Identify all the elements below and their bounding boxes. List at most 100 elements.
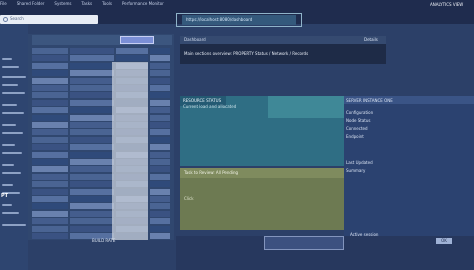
rail-item-17[interactable] xyxy=(2,224,26,226)
table-cell xyxy=(32,225,68,232)
table-cell xyxy=(70,92,114,99)
table-cell xyxy=(70,122,114,128)
rail-logo: PT xyxy=(1,193,9,199)
table-cell xyxy=(70,188,114,195)
rail-item-4[interactable] xyxy=(2,92,25,94)
rail-item-5[interactable] xyxy=(2,104,17,106)
address-text: https://localhost:8080/dashboard xyxy=(186,17,253,22)
table-cell xyxy=(32,114,68,121)
table-cell xyxy=(32,77,68,84)
details-item[interactable]: Connected xyxy=(346,126,470,131)
table-cell xyxy=(32,196,68,202)
table-cell xyxy=(150,166,170,173)
table-cell xyxy=(70,196,114,202)
table-cell xyxy=(150,173,170,180)
table-cell xyxy=(70,77,114,84)
rail-item-6[interactable] xyxy=(2,112,24,114)
task-review-hint[interactable]: Click xyxy=(184,196,264,202)
menu-item-monitor[interactable]: Performance Monitor xyxy=(122,1,164,7)
rail-item-7[interactable] xyxy=(2,124,16,126)
table-cell xyxy=(150,129,170,136)
rail-item-2[interactable] xyxy=(2,76,26,78)
table-cell xyxy=(70,129,114,136)
details-item[interactable]: SERVER INSTANCE ONE xyxy=(346,98,470,103)
table-cell xyxy=(150,122,170,128)
selected-tab[interactable] xyxy=(120,36,154,44)
search-icon xyxy=(3,17,8,22)
table-cell xyxy=(70,210,114,217)
table-cell xyxy=(150,136,170,143)
table-cell xyxy=(150,233,170,239)
bottom-labels: BUILD RATE xyxy=(92,238,116,243)
details-item[interactable]: Last Updated xyxy=(346,160,470,165)
table-cell xyxy=(150,107,170,114)
table-cell xyxy=(70,48,114,54)
table-cell xyxy=(150,70,170,77)
rail-item-12[interactable] xyxy=(2,172,21,174)
table-cell xyxy=(32,181,68,188)
center-text: Main sections overview: PROPERTY Status … xyxy=(184,51,309,56)
table-cell xyxy=(150,85,170,91)
bottom-chip[interactable] xyxy=(264,236,344,250)
table-cell xyxy=(116,55,148,62)
rail-item-13[interactable] xyxy=(2,184,13,186)
table-cell xyxy=(32,144,68,151)
table-cell xyxy=(150,62,170,69)
details-item[interactable]: Endpoint xyxy=(346,134,470,139)
table-cell xyxy=(32,218,68,225)
table-cell xyxy=(32,166,68,173)
table-cell xyxy=(70,99,114,106)
table-cell xyxy=(32,151,68,158)
table-cell xyxy=(150,181,170,188)
details-item[interactable]: Summary xyxy=(346,168,470,173)
table-cell xyxy=(32,62,68,69)
rail-item-8[interactable] xyxy=(2,132,23,134)
table-cell xyxy=(150,188,170,195)
rail-item-1[interactable] xyxy=(2,66,19,68)
menu-item-file[interactable]: File xyxy=(0,1,7,7)
center-panel-label: Dashboard xyxy=(184,37,206,42)
table-cell xyxy=(70,166,114,173)
menu-item-systems[interactable]: Systems xyxy=(54,1,71,7)
details-item[interactable]: Node Status xyxy=(346,118,470,123)
resource-status-subtitle: Current load and allocated xyxy=(183,104,237,109)
table-cell xyxy=(150,225,170,232)
rail-item-16[interactable] xyxy=(2,212,19,214)
table-cell xyxy=(150,210,170,217)
table-cell xyxy=(150,77,170,84)
top-menu: File Shared Folder Systems Tasks Tools P… xyxy=(0,1,164,7)
rail-item-10[interactable] xyxy=(2,152,22,154)
session-status: Active session xyxy=(350,232,379,237)
rail-item-9[interactable] xyxy=(2,144,15,146)
table-cell xyxy=(32,173,68,180)
search-input[interactable]: Search xyxy=(10,16,94,23)
table-cell xyxy=(32,92,68,99)
table-cell xyxy=(150,218,170,225)
rail-item-15[interactable] xyxy=(2,204,12,206)
table-cell xyxy=(70,203,114,210)
rail-item-11[interactable] xyxy=(2,164,14,166)
table-cell xyxy=(150,92,170,99)
table-cell xyxy=(32,159,68,165)
ok-button[interactable]: OK xyxy=(436,238,452,244)
menu-item-tasks[interactable]: Tasks xyxy=(81,1,92,7)
task-review-title: Task to Review: All Pending xyxy=(184,170,239,175)
table-cell xyxy=(70,218,114,225)
details-item[interactable]: Configuration xyxy=(346,110,470,115)
table-cell xyxy=(32,233,68,239)
center-right-label: Details xyxy=(364,37,378,42)
rail-item-0[interactable] xyxy=(2,58,12,60)
table-cell xyxy=(150,48,170,54)
table-cell xyxy=(116,48,148,54)
table-cell xyxy=(32,55,68,62)
table-cell xyxy=(32,210,68,217)
menu-item-shared[interactable]: Shared Folder xyxy=(17,1,45,7)
rail-item-3[interactable] xyxy=(2,84,18,86)
table-cell xyxy=(32,203,68,210)
table-cell xyxy=(150,196,170,202)
table-cell xyxy=(32,48,68,54)
table-cell xyxy=(150,55,170,62)
menu-item-tools[interactable]: Tools xyxy=(102,1,112,7)
search-box[interactable]: Search xyxy=(0,15,98,24)
table-cell xyxy=(70,107,114,114)
